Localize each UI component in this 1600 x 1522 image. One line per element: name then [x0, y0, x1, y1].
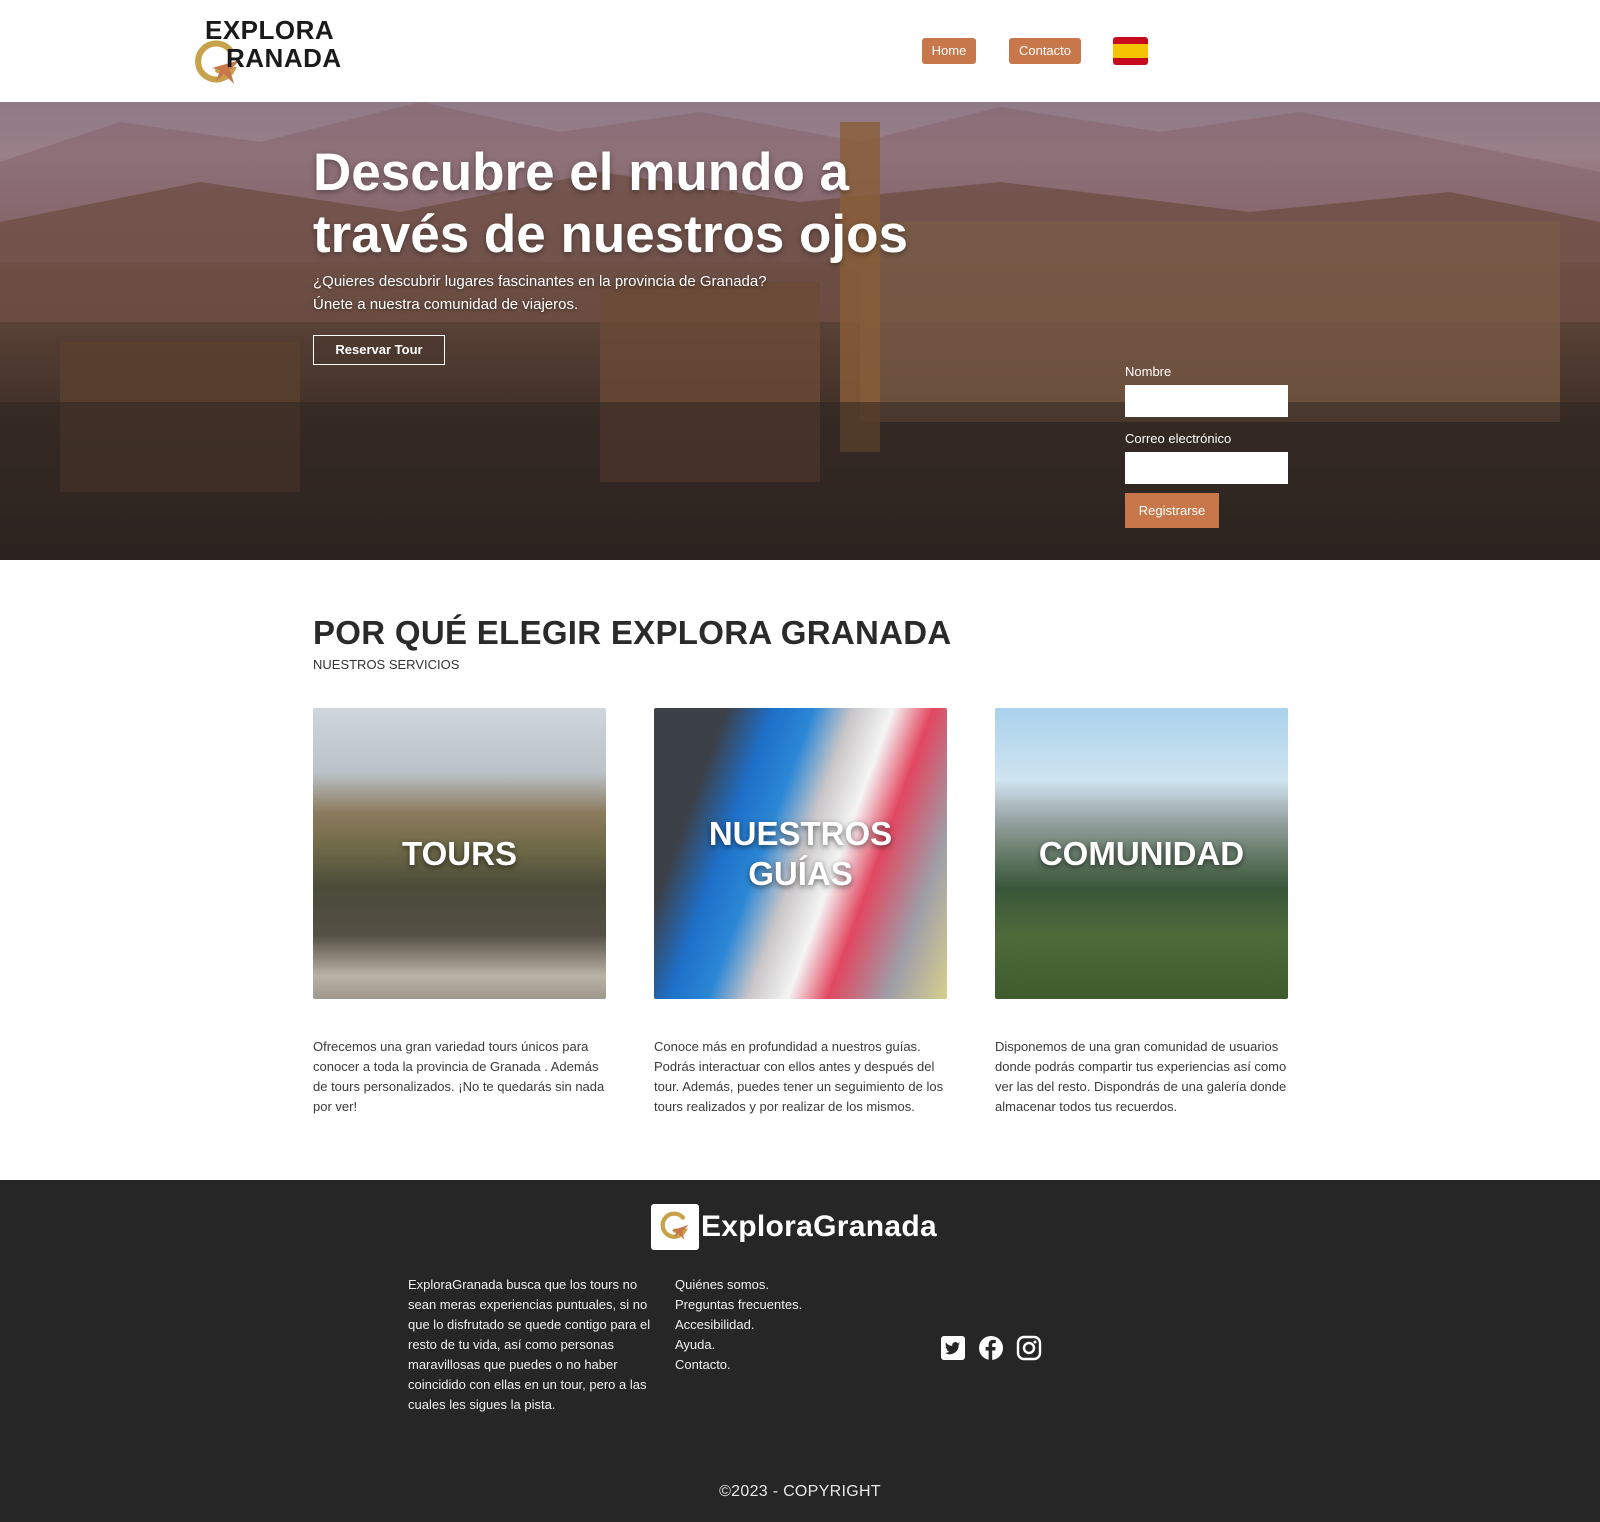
guias-card[interactable]: NUESTROS GUÍAS [654, 708, 947, 999]
guias-card-caption: NUESTROS GUÍAS [708, 814, 893, 892]
nav-home-button[interactable]: Home [922, 38, 976, 64]
footer-links: Quiénes somos. Preguntas frecuentes. Acc… [675, 1275, 802, 1375]
comunidad-description: Disponemos de una gran comunidad de usua… [995, 1039, 1287, 1114]
logo-text-line1: EXPLORA [205, 15, 335, 45]
guias-description: Conoce más en profundidad a nuestros guí… [654, 1039, 944, 1114]
tours-card-caption: TOURS [402, 834, 517, 872]
twitter-icon[interactable] [940, 1335, 966, 1361]
instagram-icon[interactable] [1016, 1335, 1042, 1361]
spain-flag-icon[interactable] [1113, 37, 1148, 65]
social-links [940, 1335, 1042, 1361]
comunidad-card-caption: COMUNIDAD [1038, 834, 1245, 872]
tours-description: Ofrecemos una gran variedad tours únicos… [313, 1039, 605, 1114]
hero-subtitle: ¿Quieres descubrir lugares fascinantes e… [313, 270, 833, 316]
nombre-label: Nombre [1125, 364, 1172, 379]
comunidad-card[interactable]: COMUNIDAD [995, 708, 1288, 999]
services-subtitle: NUESTROS SERVICIOS [313, 657, 460, 672]
email-input[interactable] [1125, 452, 1288, 484]
footer-about-text: ExploraGranada busca que los tours no se… [408, 1277, 651, 1412]
facebook-icon[interactable] [978, 1335, 1004, 1361]
footer-logo-icon [651, 1204, 699, 1250]
hero-subtitle-line1: ¿Quieres descubrir lugares fascinantes e… [313, 273, 767, 290]
logo-text-line2: RANADA [226, 43, 342, 73]
footer-link-accesibilidad[interactable]: Accesibilidad. [675, 1315, 802, 1335]
footer-link-contacto[interactable]: Contacto. [675, 1355, 802, 1375]
footer-link-preguntas-frecuentes[interactable]: Preguntas frecuentes. [675, 1295, 802, 1315]
footer-brand-name: ExploraGranada [701, 1210, 937, 1243]
hero-subtitle-line2: Únete a nuestra comunidad de viajeros. [313, 296, 579, 313]
nav-contacto-button[interactable]: Contacto [1009, 38, 1081, 64]
hero-title: Descubre el mundo a través de nuestros o… [313, 143, 908, 264]
tours-card[interactable]: TOURS [313, 708, 606, 999]
reservar-tour-button[interactable]: Reservar Tour [313, 335, 445, 365]
site-footer: ExploraGranada ExploraGranada busca que … [0, 1180, 1600, 1522]
footer-link-ayuda[interactable]: Ayuda. [675, 1335, 802, 1355]
footer-link-quienes-somos[interactable]: Quiénes somos. [675, 1275, 802, 1295]
signup-form: Nombre Correo electrónico Registrarse [1125, 364, 1290, 528]
registrarse-button[interactable]: Registrarse [1125, 493, 1219, 528]
hero-section: Descubre el mundo a través de nuestros o… [0, 102, 1600, 560]
nombre-input[interactable] [1125, 385, 1288, 417]
logo[interactable]: EXPLORA RANADA [194, 14, 354, 90]
services-title: POR QUÉ ELEGIR EXPLORA GRANADA [313, 614, 952, 651]
footer-brand[interactable]: ExploraGranada [651, 1204, 937, 1250]
copyright-text: ©2023 - COPYRIGHT [719, 1483, 881, 1500]
email-label: Correo electrónico [1125, 431, 1232, 446]
site-header: EXPLORA RANADA Home Contacto [0, 0, 1600, 102]
